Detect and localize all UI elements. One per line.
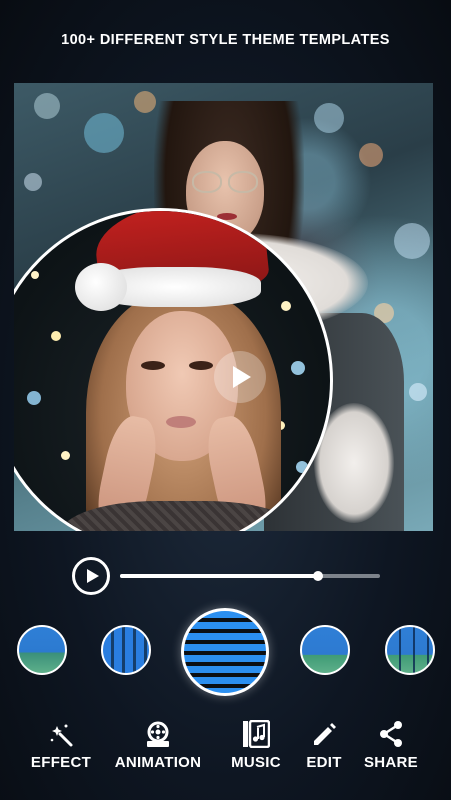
bottom-toolbar: EFFECT ANIMATION MUSIC EDIT SHARE — [0, 718, 451, 788]
bokeh-light — [394, 223, 430, 259]
bokeh-light — [359, 143, 383, 167]
theme-thumbnail-1[interactable] — [17, 625, 67, 675]
santa-hat-pompom — [75, 263, 127, 311]
theme-thumbnail-3-selected[interactable] — [181, 608, 269, 696]
animation-button[interactable]: ANIMATION — [108, 718, 208, 771]
string-light — [61, 451, 70, 460]
string-light — [291, 361, 305, 375]
bokeh-light — [134, 91, 156, 113]
preview-play-button[interactable] — [214, 351, 266, 403]
magic-wand-icon — [50, 724, 73, 747]
film-reel-icon — [147, 721, 169, 747]
pencil-icon — [314, 723, 336, 745]
music-library-icon — [243, 720, 270, 748]
glasses-icon — [192, 171, 222, 193]
video-preview[interactable] — [14, 83, 433, 531]
bokeh-light — [84, 113, 124, 153]
animation-label: ANIMATION — [114, 754, 202, 771]
foreground-woman-lips — [166, 416, 196, 428]
bokeh-light — [34, 93, 60, 119]
string-light — [31, 271, 39, 279]
share-label: SHARE — [363, 754, 418, 771]
eye-left — [141, 361, 165, 370]
play-icon — [86, 569, 99, 583]
play-button[interactable] — [72, 557, 110, 595]
string-light — [281, 301, 291, 311]
theme-carousel — [0, 605, 451, 696]
string-light — [296, 461, 308, 473]
seek-bar-progress — [120, 574, 318, 578]
playback-controls — [72, 557, 382, 595]
page-title: 100+ DIFFERENT STYLE THEME TEMPLATES — [61, 32, 390, 48]
play-icon — [233, 366, 251, 388]
bokeh-light — [314, 103, 344, 133]
theme-thumbnail-5[interactable] — [385, 625, 435, 675]
eye-right — [189, 361, 213, 370]
theme-thumbnail-4[interactable] — [300, 625, 350, 675]
glasses-icon — [228, 171, 258, 193]
effect-button[interactable]: EFFECT — [11, 718, 111, 771]
string-light — [51, 331, 61, 341]
string-light — [27, 391, 41, 405]
effect-label: EFFECT — [30, 754, 92, 771]
theme-thumbnail-2[interactable] — [101, 625, 151, 675]
seek-bar-thumb[interactable] — [312, 571, 323, 581]
bokeh-light — [24, 173, 42, 191]
share-icon — [380, 721, 402, 747]
bokeh-light — [409, 383, 427, 401]
share-button[interactable]: SHARE — [341, 718, 441, 771]
seek-bar[interactable] — [120, 571, 380, 581]
